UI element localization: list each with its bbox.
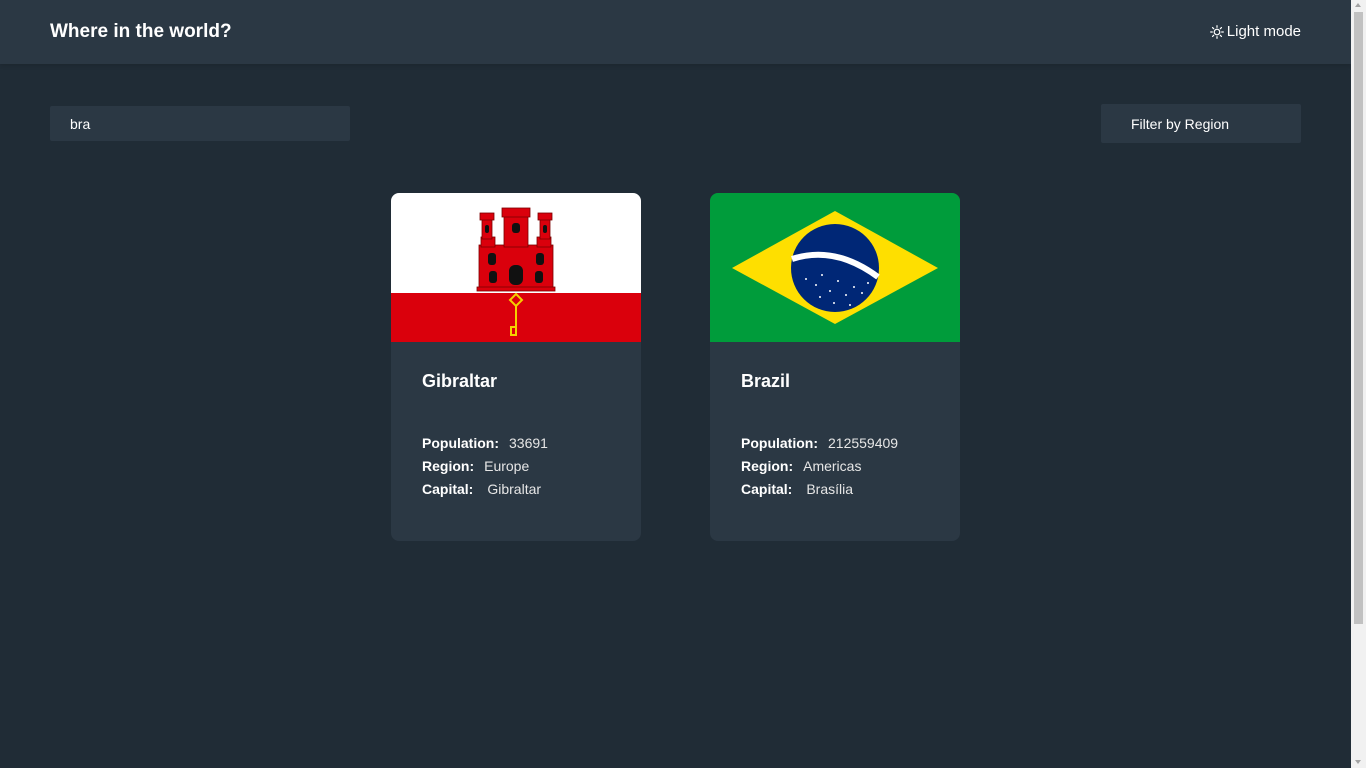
population-value: 33691 (509, 435, 548, 451)
capital-row: Capital: Brasília (741, 481, 854, 497)
scroll-up-arrow-icon[interactable] (1355, 3, 1361, 7)
sun-icon (1209, 25, 1224, 39)
capital-value: Gibraltar (487, 481, 542, 497)
theme-toggle-label: Light mode (1226, 23, 1301, 40)
region-value: Americas (803, 458, 862, 474)
population-row: Population: 33691 (422, 435, 548, 451)
search-input[interactable] (70, 115, 330, 132)
region-filter-label: Filter by Region (1131, 115, 1230, 132)
top-bar: Where in the world? Light mode (0, 0, 1351, 64)
country-name: Gibraltar (422, 371, 498, 391)
brazil-flag (710, 193, 960, 342)
population-row: Population: 212559409 (741, 435, 899, 451)
vertical-scrollbar[interactable] (1351, 0, 1366, 768)
region-row: Region: Americas (741, 458, 862, 474)
country-name: Brazil (741, 371, 791, 391)
country-card-gibraltar[interactable]: Gibraltar Population: 33691 Region: Europe… (391, 193, 641, 541)
gibraltar-flag (391, 193, 641, 342)
region-row: Region: Europe (422, 458, 530, 474)
search-box[interactable] (50, 106, 350, 141)
population-value: 212559409 (828, 435, 899, 451)
scrollbar-thumb[interactable] (1354, 12, 1363, 624)
country-card-brazil[interactable]: Brazil Population: 212559409 Region: Ameri… (710, 193, 960, 541)
capital-row: Capital: Gibraltar (422, 481, 542, 497)
capital-value: Brasília (806, 481, 854, 497)
scroll-down-arrow-icon[interactable] (1355, 760, 1361, 764)
region-value: Europe (484, 458, 530, 474)
theme-toggle-button[interactable]: Light mode (1209, 22, 1301, 42)
app-title: Where in the world? (50, 21, 232, 42)
region-filter-dropdown[interactable]: Filter by Region (1101, 104, 1301, 143)
